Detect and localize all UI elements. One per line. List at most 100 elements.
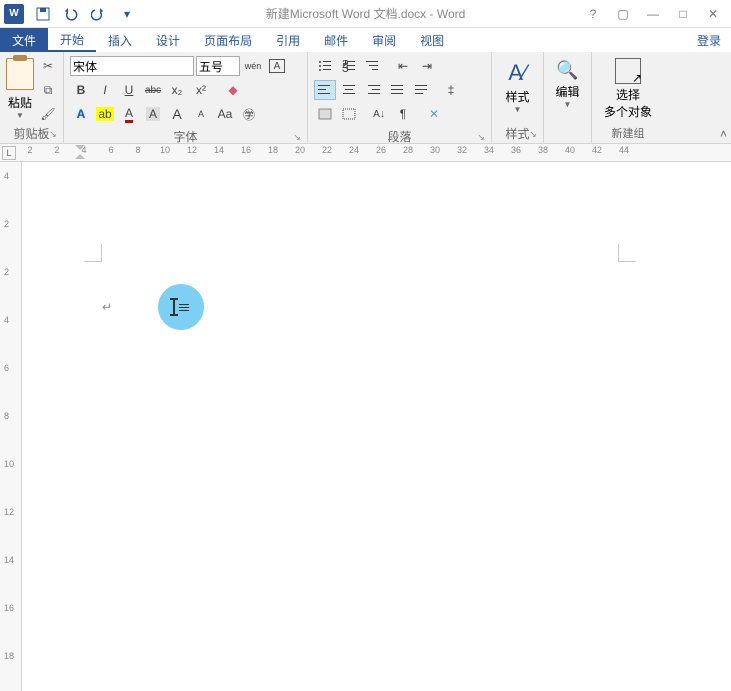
subscript-button[interactable]: x₂ bbox=[166, 80, 188, 100]
shading-icon[interactable] bbox=[314, 104, 336, 124]
paste-dropdown-icon[interactable]: ▼ bbox=[16, 111, 24, 120]
distributed-icon[interactable] bbox=[410, 80, 432, 100]
vruler-tick: 14 bbox=[4, 555, 14, 565]
font-color-icon[interactable]: A bbox=[118, 104, 140, 124]
document-page[interactable]: ↵ bbox=[52, 174, 692, 691]
tab-home[interactable]: 开始 bbox=[48, 28, 96, 52]
shrink-font-icon[interactable]: A bbox=[190, 104, 212, 124]
tab-references[interactable]: 引用 bbox=[264, 28, 312, 52]
styles-button[interactable]: A⁄ 样式 ▼ bbox=[498, 56, 537, 114]
horizontal-ruler[interactable]: L 22468101214161820222426283032343638404… bbox=[0, 144, 731, 162]
italic-button[interactable]: I bbox=[94, 80, 116, 100]
collapse-ribbon-icon[interactable]: ˄ bbox=[720, 127, 727, 141]
redo-icon[interactable] bbox=[88, 3, 110, 25]
vruler-tick: 4 bbox=[4, 315, 9, 325]
ribbon-display-options-icon[interactable]: ▢ bbox=[613, 7, 633, 21]
justify-icon[interactable] bbox=[386, 80, 408, 100]
ruler-tick: 2 bbox=[27, 145, 32, 155]
sign-in-link[interactable]: 登录 bbox=[687, 28, 731, 52]
maximize-icon[interactable]: □ bbox=[673, 7, 693, 21]
clear-formatting-icon[interactable]: ◆ bbox=[222, 80, 244, 100]
show-marks-icon[interactable]: ¶ bbox=[392, 104, 414, 124]
character-border-icon[interactable]: A bbox=[266, 56, 288, 76]
styles-launcher-icon[interactable]: ↘ bbox=[527, 129, 539, 141]
borders-icon[interactable] bbox=[338, 104, 360, 124]
multilevel-list-icon[interactable] bbox=[362, 56, 384, 76]
group-label-new: 新建组 bbox=[598, 125, 658, 141]
ribbon-tabs: 文件 开始 插入 设计 页面布局 引用 邮件 审阅 视图 登录 bbox=[0, 28, 731, 52]
editing-dropdown-icon[interactable]: ▼ bbox=[564, 100, 572, 109]
phonetic-guide-icon[interactable]: wén bbox=[242, 56, 264, 76]
save-icon[interactable] bbox=[32, 3, 54, 25]
paste-button[interactable]: 粘贴 ▼ bbox=[6, 56, 34, 120]
ruler-tick: 34 bbox=[484, 145, 494, 155]
align-right-icon[interactable] bbox=[362, 80, 384, 100]
paste-label: 粘贴 bbox=[8, 94, 32, 111]
word-app-icon: W bbox=[4, 4, 24, 24]
group-label-styles: 样式↘ bbox=[498, 125, 537, 141]
increase-indent-icon[interactable]: ⇥ bbox=[416, 56, 438, 76]
cut-icon[interactable]: ✂ bbox=[38, 56, 58, 76]
sort-icon[interactable]: A↓ bbox=[368, 104, 390, 124]
underline-button[interactable]: U bbox=[118, 80, 140, 100]
tab-selector-icon[interactable]: L bbox=[2, 146, 16, 160]
styles-dropdown-icon[interactable]: ▼ bbox=[514, 105, 522, 114]
ruler-tick: 8 bbox=[135, 145, 140, 155]
minimize-icon[interactable]: — bbox=[643, 7, 663, 21]
tab-review[interactable]: 审阅 bbox=[360, 28, 408, 52]
character-shading-icon[interactable]: A bbox=[142, 104, 164, 124]
ruler-tick: 16 bbox=[241, 145, 251, 155]
vertical-ruler[interactable]: 4224681012141618 bbox=[0, 162, 22, 691]
vruler-tick: 12 bbox=[4, 507, 14, 517]
ruler-tick: 38 bbox=[538, 145, 548, 155]
group-clipboard: 粘贴 ▼ ✂ ⧉ 🖌 剪贴板↘ bbox=[0, 52, 64, 143]
close-icon[interactable]: ✕ bbox=[703, 7, 723, 21]
help-icon[interactable]: ? bbox=[583, 7, 603, 21]
font-size-combo[interactable] bbox=[196, 56, 240, 76]
tab-insert[interactable]: 插入 bbox=[96, 28, 144, 52]
bold-button[interactable]: B bbox=[70, 80, 92, 100]
enclose-characters-icon[interactable]: ㊫ bbox=[238, 104, 260, 124]
tab-mailings[interactable]: 邮件 bbox=[312, 28, 360, 52]
align-center-icon[interactable] bbox=[338, 80, 360, 100]
ibeam-icon bbox=[173, 299, 175, 315]
text-cursor-indicator bbox=[158, 284, 204, 330]
find-button[interactable]: 🔍 编辑 ▼ bbox=[550, 56, 585, 109]
ruler-tick: 30 bbox=[430, 145, 440, 155]
tab-view[interactable]: 视图 bbox=[408, 28, 456, 52]
font-name-combo[interactable] bbox=[70, 56, 194, 76]
copy-icon[interactable]: ⧉ bbox=[38, 80, 58, 100]
format-painter-icon[interactable]: 🖌 bbox=[38, 104, 58, 124]
numbering-icon[interactable]: 123 bbox=[338, 56, 360, 76]
customize-qat-icon[interactable]: ▾ bbox=[116, 3, 138, 25]
ruler-tick: 10 bbox=[160, 145, 170, 155]
tab-file[interactable]: 文件 bbox=[0, 28, 48, 52]
text-effects-icon[interactable]: A bbox=[70, 104, 92, 124]
styles-label: 样式 bbox=[505, 88, 529, 105]
ruler-tick: 22 bbox=[322, 145, 332, 155]
bullets-icon[interactable] bbox=[314, 56, 336, 76]
strikethrough-button[interactable]: abc bbox=[142, 80, 164, 100]
group-font: wén A B I U abc x₂ x² ◆ A ab A A A A Aa bbox=[64, 52, 308, 143]
tab-layout[interactable]: 页面布局 bbox=[192, 28, 264, 52]
first-line-indent-icon[interactable] bbox=[75, 145, 85, 159]
decrease-indent-icon[interactable]: ⇤ bbox=[392, 56, 414, 76]
highlight-icon[interactable]: ab bbox=[94, 104, 116, 124]
undo-icon[interactable] bbox=[60, 3, 82, 25]
change-case-icon[interactable]: Aa bbox=[214, 104, 236, 124]
snap-to-grid-icon[interactable]: ✕ bbox=[422, 104, 444, 124]
page-area[interactable]: ↵ bbox=[22, 162, 731, 691]
select-objects-button[interactable]: 选择 多个对象 bbox=[600, 56, 656, 120]
window-controls: ? ▢ — □ ✕ bbox=[583, 7, 723, 21]
align-left-icon[interactable] bbox=[314, 80, 336, 100]
grow-font-icon[interactable]: A bbox=[166, 104, 188, 124]
clipboard-launcher-icon[interactable]: ↘ bbox=[47, 129, 59, 141]
superscript-button[interactable]: x² bbox=[190, 80, 212, 100]
workspace: 4224681012141618 ↵ bbox=[0, 162, 731, 691]
ruler-tick: 12 bbox=[187, 145, 197, 155]
paragraph-launcher-icon[interactable]: ↘ bbox=[475, 132, 487, 144]
align-hint-icon bbox=[179, 304, 189, 311]
line-spacing-icon[interactable]: ‡ bbox=[440, 80, 462, 100]
font-launcher-icon[interactable]: ↘ bbox=[291, 132, 303, 144]
tab-design[interactable]: 设计 bbox=[144, 28, 192, 52]
